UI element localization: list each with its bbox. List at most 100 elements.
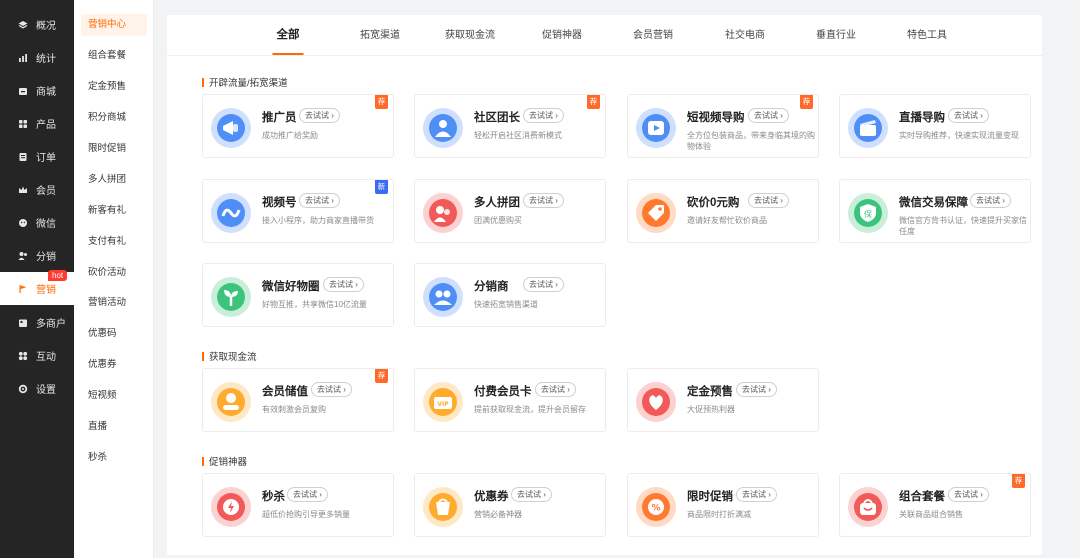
feature-card[interactable]: 短视频导购 去试试 › 全方位包装商品，带来身临其境的购物体验 荐 [627, 94, 819, 158]
group-buy-icon [434, 206, 450, 222]
section-heading-text: 获取现金流 [209, 352, 257, 363]
try-button[interactable]: 去试试 › [523, 277, 564, 292]
feature-description: 接入小程序，助力商家直播带货 [262, 216, 374, 225]
chevron-right-icon: › [541, 490, 546, 499]
feature-description: 全方位包装商品，带来身临其境的购物体验 [687, 131, 815, 151]
subnav-item-points-mall[interactable]: 积分商城 [81, 107, 147, 129]
feature-card[interactable]: 会员储值 去试试 › 有效刺激会员复购 荐 [202, 368, 394, 432]
feature-title: 限时促销 [687, 491, 733, 503]
subnav-item-presale[interactable]: 定金预售 [81, 76, 147, 98]
feature-card[interactable]: 保 微信交易保障 去试试 › 微信官方背书认证，快速提升买家信任度 [839, 179, 1031, 243]
try-button[interactable]: 去试试 › [736, 382, 777, 397]
try-button[interactable]: 去试试 › [311, 382, 352, 397]
try-button[interactable]: 去试试 › [299, 193, 340, 208]
try-button[interactable]: 去试试 › [299, 108, 340, 123]
feature-card[interactable]: 社区团长 去试试 › 轻松开启社区消费新模式 荐 [414, 94, 606, 158]
nav-item-distribution[interactable]: 分销 [0, 239, 74, 272]
nav-item-mall[interactable]: 商城 [0, 74, 74, 107]
nav-item-settings[interactable]: 设置 [0, 372, 74, 405]
chevron-right-icon: › [553, 280, 558, 289]
recommend-badge: 荐 [375, 369, 388, 383]
subnav-item-bargain[interactable]: 砍价活动 [81, 262, 147, 284]
users-icon [18, 251, 28, 261]
coupon-icon [436, 498, 450, 515]
try-button[interactable]: 去试试 › [748, 193, 789, 208]
try-button-label: 去试试 [317, 385, 341, 394]
subnav-item-bundle[interactable]: 组合套餐 [81, 45, 147, 67]
feature-card[interactable]: 视频号 去试试 › 接入小程序，助力商家直播带货 新 [202, 179, 394, 243]
nav-item-overview[interactable]: 概况 [0, 8, 74, 41]
tab-featured-tools[interactable]: 特色工具 [907, 15, 947, 56]
feature-card[interactable]: % 限时促销 去试试 › 商品限时打折满减 [627, 473, 819, 537]
new-badge: 新 [375, 180, 388, 194]
subnav-item-group-buy[interactable]: 多人拼团 [81, 169, 147, 191]
try-button-label: 去试试 [742, 385, 766, 394]
try-button[interactable]: 去试试 › [523, 193, 564, 208]
order-icon [18, 152, 28, 162]
svg-text:保: 保 [864, 209, 872, 219]
tab-social-ecommerce[interactable]: 社交电商 [725, 15, 765, 56]
nav-item-multi-merchant[interactable]: 多商户 [0, 306, 74, 339]
subnav-item-marketing-center[interactable]: 营销中心 [81, 14, 147, 36]
subnav-item-payment-gift[interactable]: 支付有礼 [81, 231, 147, 253]
feature-card[interactable]: 直播导购 去试试 › 实时导购推荐，快速实现流量变现 [839, 94, 1031, 158]
try-button[interactable]: 去试试 › [948, 108, 989, 123]
subnav-item-flash-promo[interactable]: 限时促销 [81, 138, 147, 160]
try-button[interactable]: 去试试 › [736, 487, 777, 502]
chevron-right-icon: › [317, 490, 322, 499]
feature-title: 组合套餐 [899, 491, 945, 503]
tab-expand-channels[interactable]: 拓宽渠道 [360, 15, 400, 56]
feature-card[interactable]: 定金预售 去试试 › 大促预热利器 [627, 368, 819, 432]
feature-card[interactable]: VIP 付费会员卡 去试试 › 提前获取现金流，提升会员留存 [414, 368, 606, 432]
try-button[interactable]: 去试试 › [948, 487, 989, 502]
feature-card[interactable]: 秒杀 去试试 › 超低价抢购引导更多销量 [202, 473, 394, 537]
price-tag-icon [648, 205, 664, 221]
subnav-item-promo-code[interactable]: 优惠码 [81, 323, 147, 345]
subnav-item-coupon[interactable]: 优惠券 [81, 354, 147, 376]
flash-sale-icon [223, 499, 239, 515]
nav-item-product[interactable]: 产品 [0, 107, 74, 140]
recommend-badge: 荐 [1012, 474, 1025, 488]
try-button[interactable]: 去试试 › [323, 277, 364, 292]
subnav-item-short-video[interactable]: 短视频 [81, 385, 147, 407]
feature-title: 多人拼团 [474, 197, 520, 209]
section-heading: 开辟流量/拓宽渠道 [202, 75, 288, 89]
nav-item-stats[interactable]: 统计 [0, 41, 74, 74]
nav-item-label: 分销 [36, 252, 56, 263]
nav-item-order[interactable]: 订单 [0, 140, 74, 173]
feature-card[interactable]: 多人拼团 去试试 › 团满优惠购买 [414, 179, 606, 243]
subnav-item-live[interactable]: 直播 [81, 416, 147, 438]
feature-description: 团满优惠购买 [474, 216, 522, 225]
try-button-label: 去试试 [305, 111, 329, 120]
coin-stack-icon [223, 393, 239, 410]
try-button-label: 去试试 [541, 385, 565, 394]
feature-card[interactable]: 微信好物圈 去试试 › 好物互推，共享微信10亿流量 [202, 263, 394, 327]
chevron-right-icon: › [353, 280, 358, 289]
tab-vertical-industry[interactable]: 垂直行业 [816, 15, 856, 56]
try-button[interactable]: 去试试 › [748, 108, 789, 123]
tab-all[interactable]: 全部 [272, 15, 304, 56]
nav-item-label: 设置 [36, 385, 56, 396]
try-button[interactable]: 去试试 › [535, 382, 576, 397]
try-button[interactable]: 去试试 › [523, 108, 564, 123]
try-button[interactable]: 去试试 › [970, 193, 1011, 208]
tab-promotion-tools[interactable]: 促销神器 [542, 15, 582, 56]
svg-text:%: % [651, 504, 660, 514]
try-button-label: 去试试 [529, 196, 553, 205]
feature-card[interactable]: 组合套餐 去试试 › 关联商品组合销售 荐 [839, 473, 1031, 537]
tab-member-marketing[interactable]: 会员营销 [633, 15, 673, 56]
feature-card[interactable]: 优惠券 去试试 › 营销必备神器 [414, 473, 606, 537]
subnav-item-new-customer-gift[interactable]: 新客有礼 [81, 200, 147, 222]
subnav-item-marketing-activity[interactable]: 营销活动 [81, 292, 147, 314]
feature-card[interactable]: 砍价0元购 去试试 › 邀请好友帮忙砍价商品 [627, 179, 819, 243]
sprout-icon [224, 290, 238, 306]
try-button[interactable]: 去试试 › [287, 487, 328, 502]
feature-card[interactable]: 推广员 去试试 › 成功推广给奖励 荐 [202, 94, 394, 158]
nav-item-member[interactable]: 会员 [0, 173, 74, 206]
subnav-item-seckill[interactable]: 秒杀 [81, 447, 147, 469]
feature-card[interactable]: 分销商 去试试 › 快速拓宽销售渠道 [414, 263, 606, 327]
nav-item-wechat[interactable]: 微信 [0, 206, 74, 239]
nav-item-interaction[interactable]: 互动 [0, 339, 74, 372]
try-button[interactable]: 去试试 › [511, 487, 552, 502]
tab-cash-flow[interactable]: 获取现金流 [445, 15, 495, 56]
